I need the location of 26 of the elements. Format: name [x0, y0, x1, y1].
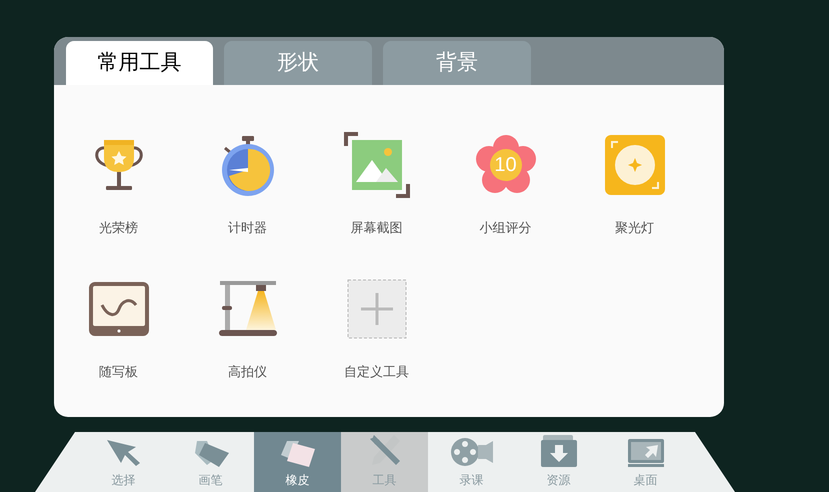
tab[interactable]: 形状 [224, 41, 372, 85]
toolbar-button[interactable]: 资源 [515, 432, 602, 492]
tool-label: 计时器 [228, 219, 267, 237]
toolbar-button[interactable]: 橡皮 [254, 432, 341, 492]
film-camera-icon [450, 437, 494, 467]
tool-label: 小组评分 [480, 219, 532, 237]
tab[interactable]: 背景 [383, 41, 531, 85]
toolbar-button[interactable]: 工具 [341, 432, 428, 492]
toolbar-button[interactable]: 选择 [80, 432, 167, 492]
tool-label: 屏幕截图 [350, 219, 402, 237]
cursor-arrow-icon [106, 439, 142, 467]
toolbar-button[interactable]: 录课 [428, 432, 515, 492]
desktop-arrow-icon [628, 439, 664, 467]
toolbar-button[interactable]: 画笔 [167, 432, 254, 492]
eraser-icon [278, 439, 316, 467]
tool-label: 随写板 [99, 362, 138, 380]
tablet-wave-icon[interactable] [88, 280, 150, 336]
tool-label: 自定义工具 [344, 362, 409, 380]
image-frame-icon[interactable] [344, 132, 410, 198]
toolbar-button[interactable]: 桌面 [602, 432, 689, 492]
tab[interactable]: 常用工具 [66, 41, 213, 85]
tool-label: 聚光灯 [615, 219, 654, 237]
document-camera-icon[interactable] [218, 280, 278, 338]
download-folder-icon [540, 435, 576, 467]
tool-label: 高拍仪 [228, 362, 267, 380]
tool-label: 光荣榜 [99, 219, 138, 237]
